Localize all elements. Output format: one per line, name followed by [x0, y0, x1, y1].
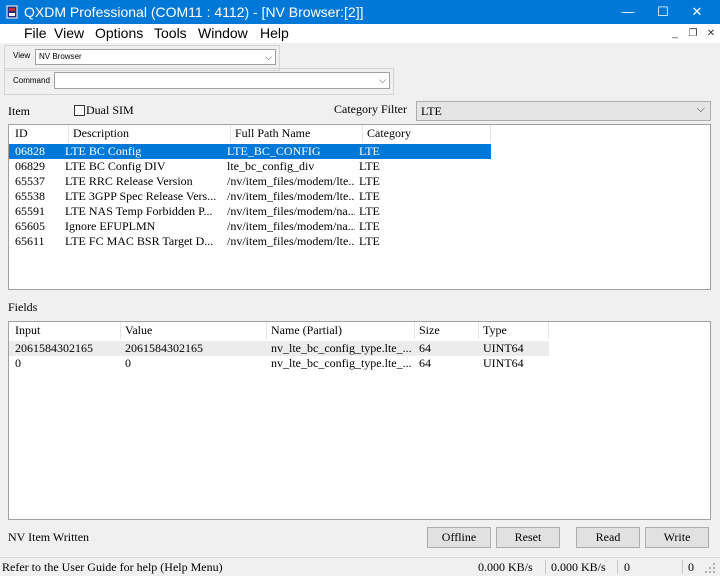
cell-full-path: /nv/item_files/modem/na... — [227, 219, 355, 233]
cell-full-path: lte_bc_config_div — [227, 159, 315, 173]
cell-size: 64 — [419, 356, 431, 370]
menu-bar: File View Options Tools Window Help — [0, 24, 720, 43]
close-window-button[interactable]: ✕ — [674, 0, 720, 24]
column-header-input[interactable]: Input — [11, 322, 121, 339]
table-row[interactable]: 06828 LTE BC Config LTE_BC_CONFIG LTE — [9, 144, 491, 159]
maximize-icon: ☐ — [657, 4, 669, 19]
menu-view[interactable]: View — [54, 24, 84, 43]
menu-options[interactable]: Options — [95, 24, 143, 43]
table-row[interactable]: 65611 LTE FC MAC BSR Target D... /nv/ite… — [9, 234, 491, 249]
chevron-down-icon: ⌵ — [696, 103, 705, 115]
cell-description: LTE BC Config — [65, 144, 142, 158]
category-filter-dropdown[interactable]: LTE ⌵ — [416, 101, 711, 121]
mdi-close-button[interactable]: ✕ — [704, 27, 718, 41]
offline-button[interactable]: Offline — [427, 527, 491, 548]
table-row[interactable]: 06829 LTE BC Config DIV lte_bc_config_di… — [9, 159, 491, 174]
cell-description: Ignore EFUPLMN — [65, 219, 156, 233]
cell-category: LTE — [359, 144, 380, 158]
status-message: NV Item Written — [8, 530, 90, 544]
item-label: Item — [8, 104, 30, 118]
cell-category: LTE — [359, 234, 380, 248]
cell-description: LTE NAS Temp Forbidden P... — [65, 204, 213, 218]
nv-items-table[interactable]: ID Description Full Path Name Category 0… — [8, 124, 711, 290]
status-divider — [682, 560, 683, 574]
cell-category: LTE — [359, 159, 380, 173]
table-row[interactable]: 65605 Ignore EFUPLMN /nv/item_files/mode… — [9, 219, 491, 234]
cell-category: LTE — [359, 204, 380, 218]
cell-name-partial: nv_lte_bc_config_type.lte_... — [271, 341, 412, 355]
column-header-size[interactable]: Size — [415, 322, 479, 339]
write-button[interactable]: Write — [645, 527, 709, 548]
cell-description: LTE RRC Release Version — [65, 174, 193, 188]
cell-description: LTE 3GPP Spec Release Vers... — [65, 189, 217, 203]
column-header-type[interactable]: Type — [479, 322, 549, 339]
cell-full-path: /nv/item_files/modem/lte... — [227, 174, 355, 188]
rate-indicator-1: 0.000 KB/s — [478, 560, 533, 574]
cell-full-path: /nv/item_files/modem/lte... — [227, 189, 355, 203]
dual-sim-checkbox[interactable] — [74, 105, 85, 116]
view-label: View — [13, 51, 31, 60]
cell-category: LTE — [359, 174, 380, 188]
cell-category: LTE — [359, 189, 380, 203]
close-icon: ✕ — [691, 4, 703, 19]
dual-sim-label: Dual SIM — [86, 103, 134, 117]
counter-1: 0 — [624, 560, 630, 574]
column-header-full-path[interactable]: Full Path Name — [231, 125, 363, 142]
cell-input[interactable]: 0 — [11, 356, 121, 371]
window-title: QXDM Professional (COM11 : 4112) - [NV B… — [24, 4, 364, 20]
cell-description: LTE FC MAC BSR Target D... — [65, 234, 214, 248]
cell-type: UINT64 — [483, 356, 524, 370]
table-row[interactable]: 65538 LTE 3GPP Spec Release Vers... /nv/… — [9, 189, 491, 204]
cell-type: UINT64 — [483, 341, 524, 355]
read-button[interactable]: Read — [576, 527, 640, 548]
view-dropdown-value: NV Browser — [39, 52, 82, 61]
status-bar: Refer to the User Guide for help (Help M… — [0, 557, 720, 576]
minimize-icon: — — [621, 4, 635, 19]
column-header-id[interactable]: ID — [11, 125, 69, 142]
resize-grip-icon[interactable] — [704, 562, 716, 574]
cell-value: 2061584302165 — [125, 341, 203, 355]
column-header-name-partial[interactable]: Name (Partial) — [267, 322, 415, 339]
help-hint: Refer to the User Guide for help (Help M… — [2, 560, 223, 574]
chevron-down-icon: ⌵ — [379, 75, 386, 85]
cell-value: 0 — [125, 356, 131, 370]
table-row[interactable]: 65537 LTE RRC Release Version /nv/item_f… — [9, 174, 491, 189]
reset-button[interactable]: Reset — [496, 527, 560, 548]
cell-full-path: /nv/item_files/modem/na... — [227, 204, 355, 218]
rate-indicator-2: 0.000 KB/s — [551, 560, 606, 574]
fields-table[interactable]: Input Value Name (Partial) Size Type 206… — [8, 321, 711, 520]
counter-2: 0 — [688, 560, 694, 574]
command-label: Command — [13, 76, 50, 85]
menu-help[interactable]: Help — [260, 24, 289, 43]
category-filter-value: LTE — [421, 104, 442, 118]
column-header-description[interactable]: Description — [69, 125, 231, 142]
mdi-minimize-button[interactable]: _ — [668, 27, 682, 41]
qxdm-app-icon — [6, 5, 18, 19]
cell-input[interactable]: 2061584302165 — [11, 341, 121, 356]
column-header-value[interactable]: Value — [121, 322, 267, 339]
view-dropdown[interactable]: NV Browser ⌵ — [35, 49, 276, 65]
menu-tools[interactable]: Tools — [154, 24, 187, 43]
chevron-down-icon: ⌵ — [265, 52, 272, 62]
table-row[interactable]: 65591 LTE NAS Temp Forbidden P... /nv/it… — [9, 204, 491, 219]
cell-size: 64 — [419, 341, 431, 355]
cell-full-path: LTE_BC_CONFIG — [227, 144, 321, 158]
status-divider — [545, 560, 546, 574]
table-row[interactable]: 2061584302165 2061584302165 nv_lte_bc_co… — [9, 341, 549, 356]
title-bar: QXDM Professional (COM11 : 4112) - [NV B… — [0, 0, 720, 24]
cell-description: LTE BC Config DIV — [65, 159, 166, 173]
menu-file[interactable]: File — [24, 24, 47, 43]
status-divider — [617, 560, 618, 574]
cell-full-path: /nv/item_files/modem/lte... — [227, 234, 355, 248]
fields-label: Fields — [8, 300, 38, 314]
menu-window[interactable]: Window — [198, 24, 248, 43]
category-filter-label: Category Filter — [334, 102, 407, 116]
command-input[interactable]: ⌵ — [54, 72, 390, 89]
column-header-category[interactable]: Category — [363, 125, 491, 142]
table-row[interactable]: 0 0 nv_lte_bc_config_type.lte_... 64 UIN… — [9, 356, 549, 371]
mdi-restore-button[interactable]: ❐ — [686, 27, 700, 41]
cell-name-partial: nv_lte_bc_config_type.lte_... — [271, 356, 412, 370]
cell-category: LTE — [359, 219, 380, 233]
